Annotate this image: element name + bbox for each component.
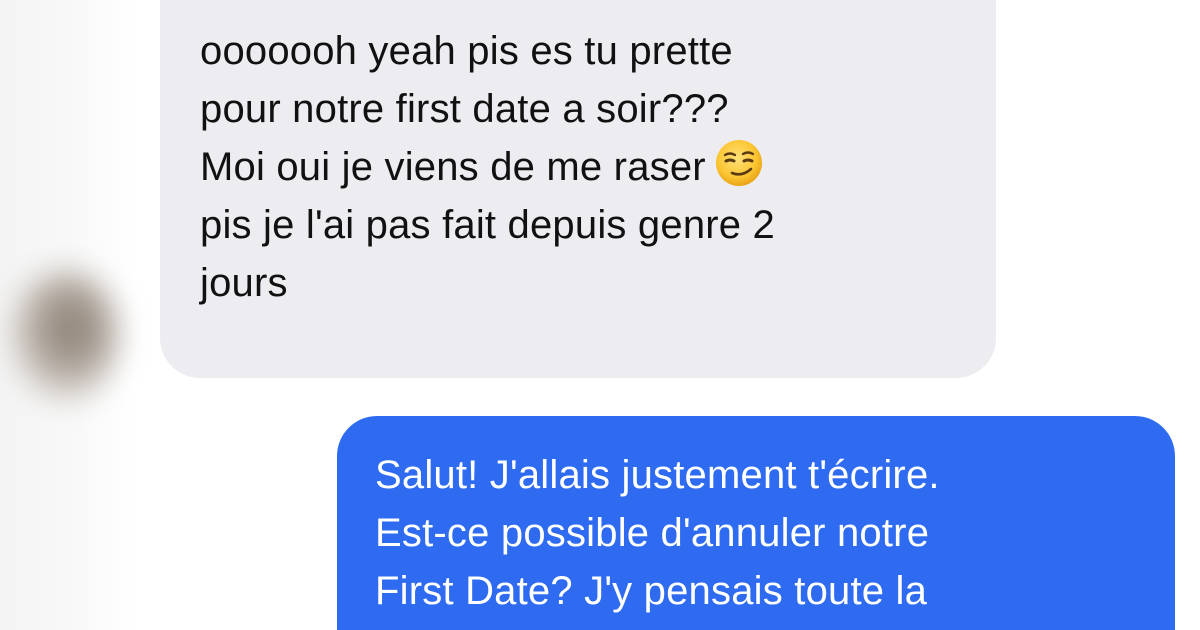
message-line-text: Moi oui je viens de me raser bbox=[200, 145, 706, 189]
message-line: Moi oui je viens de me raser bbox=[200, 138, 956, 196]
blurred-avatar bbox=[10, 270, 120, 400]
smirking-face-icon bbox=[714, 138, 764, 188]
message-line: pour notre first date a soir??? bbox=[200, 87, 729, 131]
incoming-message-bubble[interactable]: ooooooh yeah pis es tu prette pour notre… bbox=[160, 0, 996, 378]
message-line: ooooooh yeah pis es tu prette bbox=[200, 29, 733, 73]
message-line: Salut! J'allais justement t'écrire. bbox=[375, 453, 940, 497]
message-line: First Date? J'y pensais toute la bbox=[375, 569, 928, 613]
outgoing-message-bubble[interactable]: Salut! J'allais justement t'écrire. Est-… bbox=[337, 416, 1175, 630]
blurred-background bbox=[0, 0, 135, 630]
message-line: Est-ce possible d'annuler notre bbox=[375, 511, 930, 555]
message-line: pis je l'ai pas fait depuis genre 2 bbox=[200, 203, 775, 247]
message-line: jours bbox=[200, 261, 288, 305]
